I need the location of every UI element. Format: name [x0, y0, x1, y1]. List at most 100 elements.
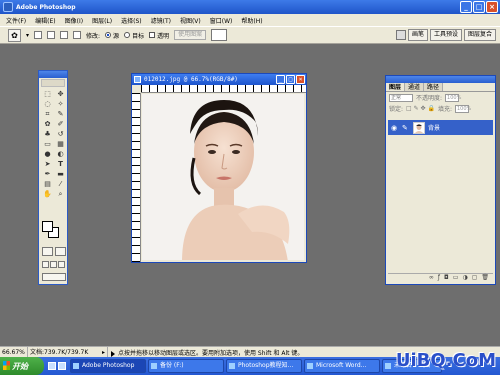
eye-icon[interactable]: ◉ [391, 124, 399, 132]
taskbar-item-word[interactable]: Microsoft Word... [304, 359, 380, 373]
minimize-button[interactable]: _ [460, 1, 472, 13]
options-bar: ✿ ▾ 修改: 源 目标 透明 使用图案 画笔 工具预设 图层复合 [0, 26, 500, 44]
full-screen-icon[interactable] [58, 261, 65, 268]
add-selection-icon[interactable] [47, 31, 56, 39]
slice-tool-icon[interactable]: ✎ [54, 109, 67, 119]
doc-minimize-button[interactable]: _ [276, 75, 285, 84]
patch-tool-icon[interactable]: ✿ [8, 28, 21, 42]
tab-paths[interactable]: 路径 [424, 83, 444, 91]
title-bar[interactable]: Adobe Photoshop _ □ × [0, 0, 500, 14]
image-canvas[interactable] [142, 94, 304, 260]
brush-tool-icon[interactable]: ✐ [54, 119, 67, 129]
full-screen-menu-icon[interactable] [50, 261, 57, 268]
menu-edit[interactable]: 编辑(E) [35, 16, 55, 25]
pattern-picker-icon[interactable] [211, 29, 228, 41]
link-icon[interactable]: ✎ [402, 124, 410, 132]
subtract-selection-icon[interactable] [60, 31, 69, 39]
adobe-online-icon[interactable] [41, 79, 65, 87]
menu-select[interactable]: 选择(S) [121, 16, 142, 25]
radio-target[interactable]: 目标 [124, 31, 144, 40]
menu-layer[interactable]: 图层(L) [92, 16, 112, 25]
doc-close-button[interactable]: × [296, 75, 305, 84]
document-title-bar[interactable]: 012012.jpg @ 66.7%(RGB/8#) _ □ × [132, 74, 306, 85]
quick-mask-icon[interactable] [55, 247, 66, 256]
menu-view[interactable]: 视图(V) [180, 16, 201, 25]
fill-label: 填充: [437, 106, 452, 113]
blend-mode-select[interactable]: 正常 [389, 93, 413, 102]
new-layer-icon[interactable]: ▢ [472, 274, 478, 282]
link-layers-icon[interactable]: ∞ [429, 274, 434, 282]
patch-tool-icon[interactable]: ✿ [41, 119, 54, 129]
tab-channels[interactable]: 通道 [405, 83, 425, 91]
zoom-tool-icon[interactable]: ⌕ [54, 189, 67, 199]
new-selection-icon[interactable] [34, 31, 43, 39]
new-set-icon[interactable]: ▭ [453, 274, 459, 282]
layers-title-bar[interactable] [386, 76, 495, 83]
type-tool-icon[interactable]: T [54, 159, 67, 169]
layer-mask-icon[interactable]: ◘ [444, 274, 449, 282]
radio-source[interactable]: 源 [105, 31, 119, 40]
status-message: 点按并拖移以移动图层或选区。要用附加选项，使用 Shift 和 Alt 键。 [108, 348, 303, 357]
fill-field[interactable]: 100% [454, 104, 471, 113]
hand-tool-icon[interactable]: ✋ [41, 189, 54, 199]
vertical-ruler[interactable] [132, 93, 141, 262]
eyedropper-icon[interactable]: ⁄ [54, 179, 67, 189]
dodge-tool-icon[interactable]: ◐ [54, 149, 67, 159]
move-tool-icon[interactable]: ✥ [54, 89, 67, 99]
shape-tool-icon[interactable]: ▬ [54, 169, 67, 179]
adjustment-layer-icon[interactable]: ◑ [462, 274, 467, 282]
use-pattern-button[interactable]: 使用图案 [174, 30, 207, 40]
marquee-tool-icon[interactable]: ⬚ [41, 89, 54, 99]
eraser-tool-icon[interactable]: ▭ [41, 139, 54, 149]
chevron-right-icon: ▸ [101, 348, 105, 356]
layer-thumbnail [413, 121, 425, 134]
doc-size[interactable]: 文档:739.7K/739.7K ▸ [28, 346, 108, 358]
stamp-tool-icon[interactable]: ♣ [41, 129, 54, 139]
zoom-field[interactable]: 66.67% [0, 346, 28, 358]
transparent-checkbox[interactable]: 透明 [149, 31, 169, 40]
pen-tool-icon[interactable]: ✒ [41, 169, 54, 179]
opacity-field[interactable]: 100% [445, 93, 461, 102]
lock-icons[interactable]: □ ✎ ✥ 🔒 [406, 105, 435, 112]
palette-well-icon[interactable] [395, 30, 406, 40]
quicklaunch-ie-icon[interactable] [48, 362, 56, 370]
doc-maximize-button[interactable]: □ [286, 75, 295, 84]
horizontal-ruler[interactable] [141, 85, 306, 93]
quicklaunch-desktop-icon[interactable] [58, 362, 66, 370]
maximize-button[interactable]: □ [473, 1, 485, 13]
menu-file[interactable]: 文件(F) [6, 16, 26, 25]
menu-help[interactable]: 帮助(H) [241, 16, 262, 25]
lasso-tool-icon[interactable]: ◌ [41, 99, 54, 109]
layer-name: 背景 [428, 125, 441, 132]
history-brush-icon[interactable]: ↺ [54, 129, 67, 139]
tab-layers[interactable]: 图层 [386, 83, 406, 91]
blur-tool-icon[interactable]: ● [41, 149, 54, 159]
layer-style-icon[interactable]: ƒ [438, 274, 440, 282]
trash-icon[interactable]: 🗑 [481, 274, 489, 282]
notes-tool-icon[interactable]: ▤ [41, 179, 54, 189]
magic-wand-icon[interactable]: ✧ [54, 99, 67, 109]
taskbar-item-photoshop[interactable]: Adobe Photoshop [70, 359, 146, 373]
standard-mode-icon[interactable] [42, 247, 53, 256]
tab-tool-presets[interactable]: 工具预设 [429, 29, 462, 41]
menu-window[interactable]: 窗口(W) [210, 16, 233, 25]
tab-layer-comps[interactable]: 图层复合 [463, 29, 496, 41]
intersect-selection-icon[interactable] [73, 31, 82, 39]
photoshop-window: Adobe Photoshop _ □ × 文件(F) 编辑(E) 图像(I) … [0, 0, 500, 375]
menu-filter[interactable]: 滤镜(T) [151, 16, 171, 25]
standard-screen-icon[interactable] [42, 261, 49, 268]
jump-to-imageready-icon[interactable] [42, 273, 66, 281]
layer-background[interactable]: ◉ ✎ 背景 [388, 120, 493, 135]
gradient-tool-icon[interactable]: ▦ [54, 139, 67, 149]
menu-image[interactable]: 图像(I) [65, 16, 83, 25]
foreground-color-swatch[interactable] [42, 221, 53, 232]
toolbox-title-bar[interactable] [39, 71, 67, 78]
tab-brushes[interactable]: 画笔 [407, 29, 428, 41]
close-button[interactable]: × [486, 1, 498, 13]
start-button[interactable]: 开始 [0, 357, 44, 375]
tool-preset-dropdown-icon[interactable]: ▾ [26, 32, 29, 39]
taskbar-item-tutorial[interactable]: Photoshop教程知... [226, 359, 302, 373]
path-select-icon[interactable]: ➤ [41, 159, 54, 169]
taskbar-item-backup[interactable]: 备份 (F:) [148, 359, 224, 373]
crop-tool-icon[interactable]: ⌗ [41, 109, 54, 119]
